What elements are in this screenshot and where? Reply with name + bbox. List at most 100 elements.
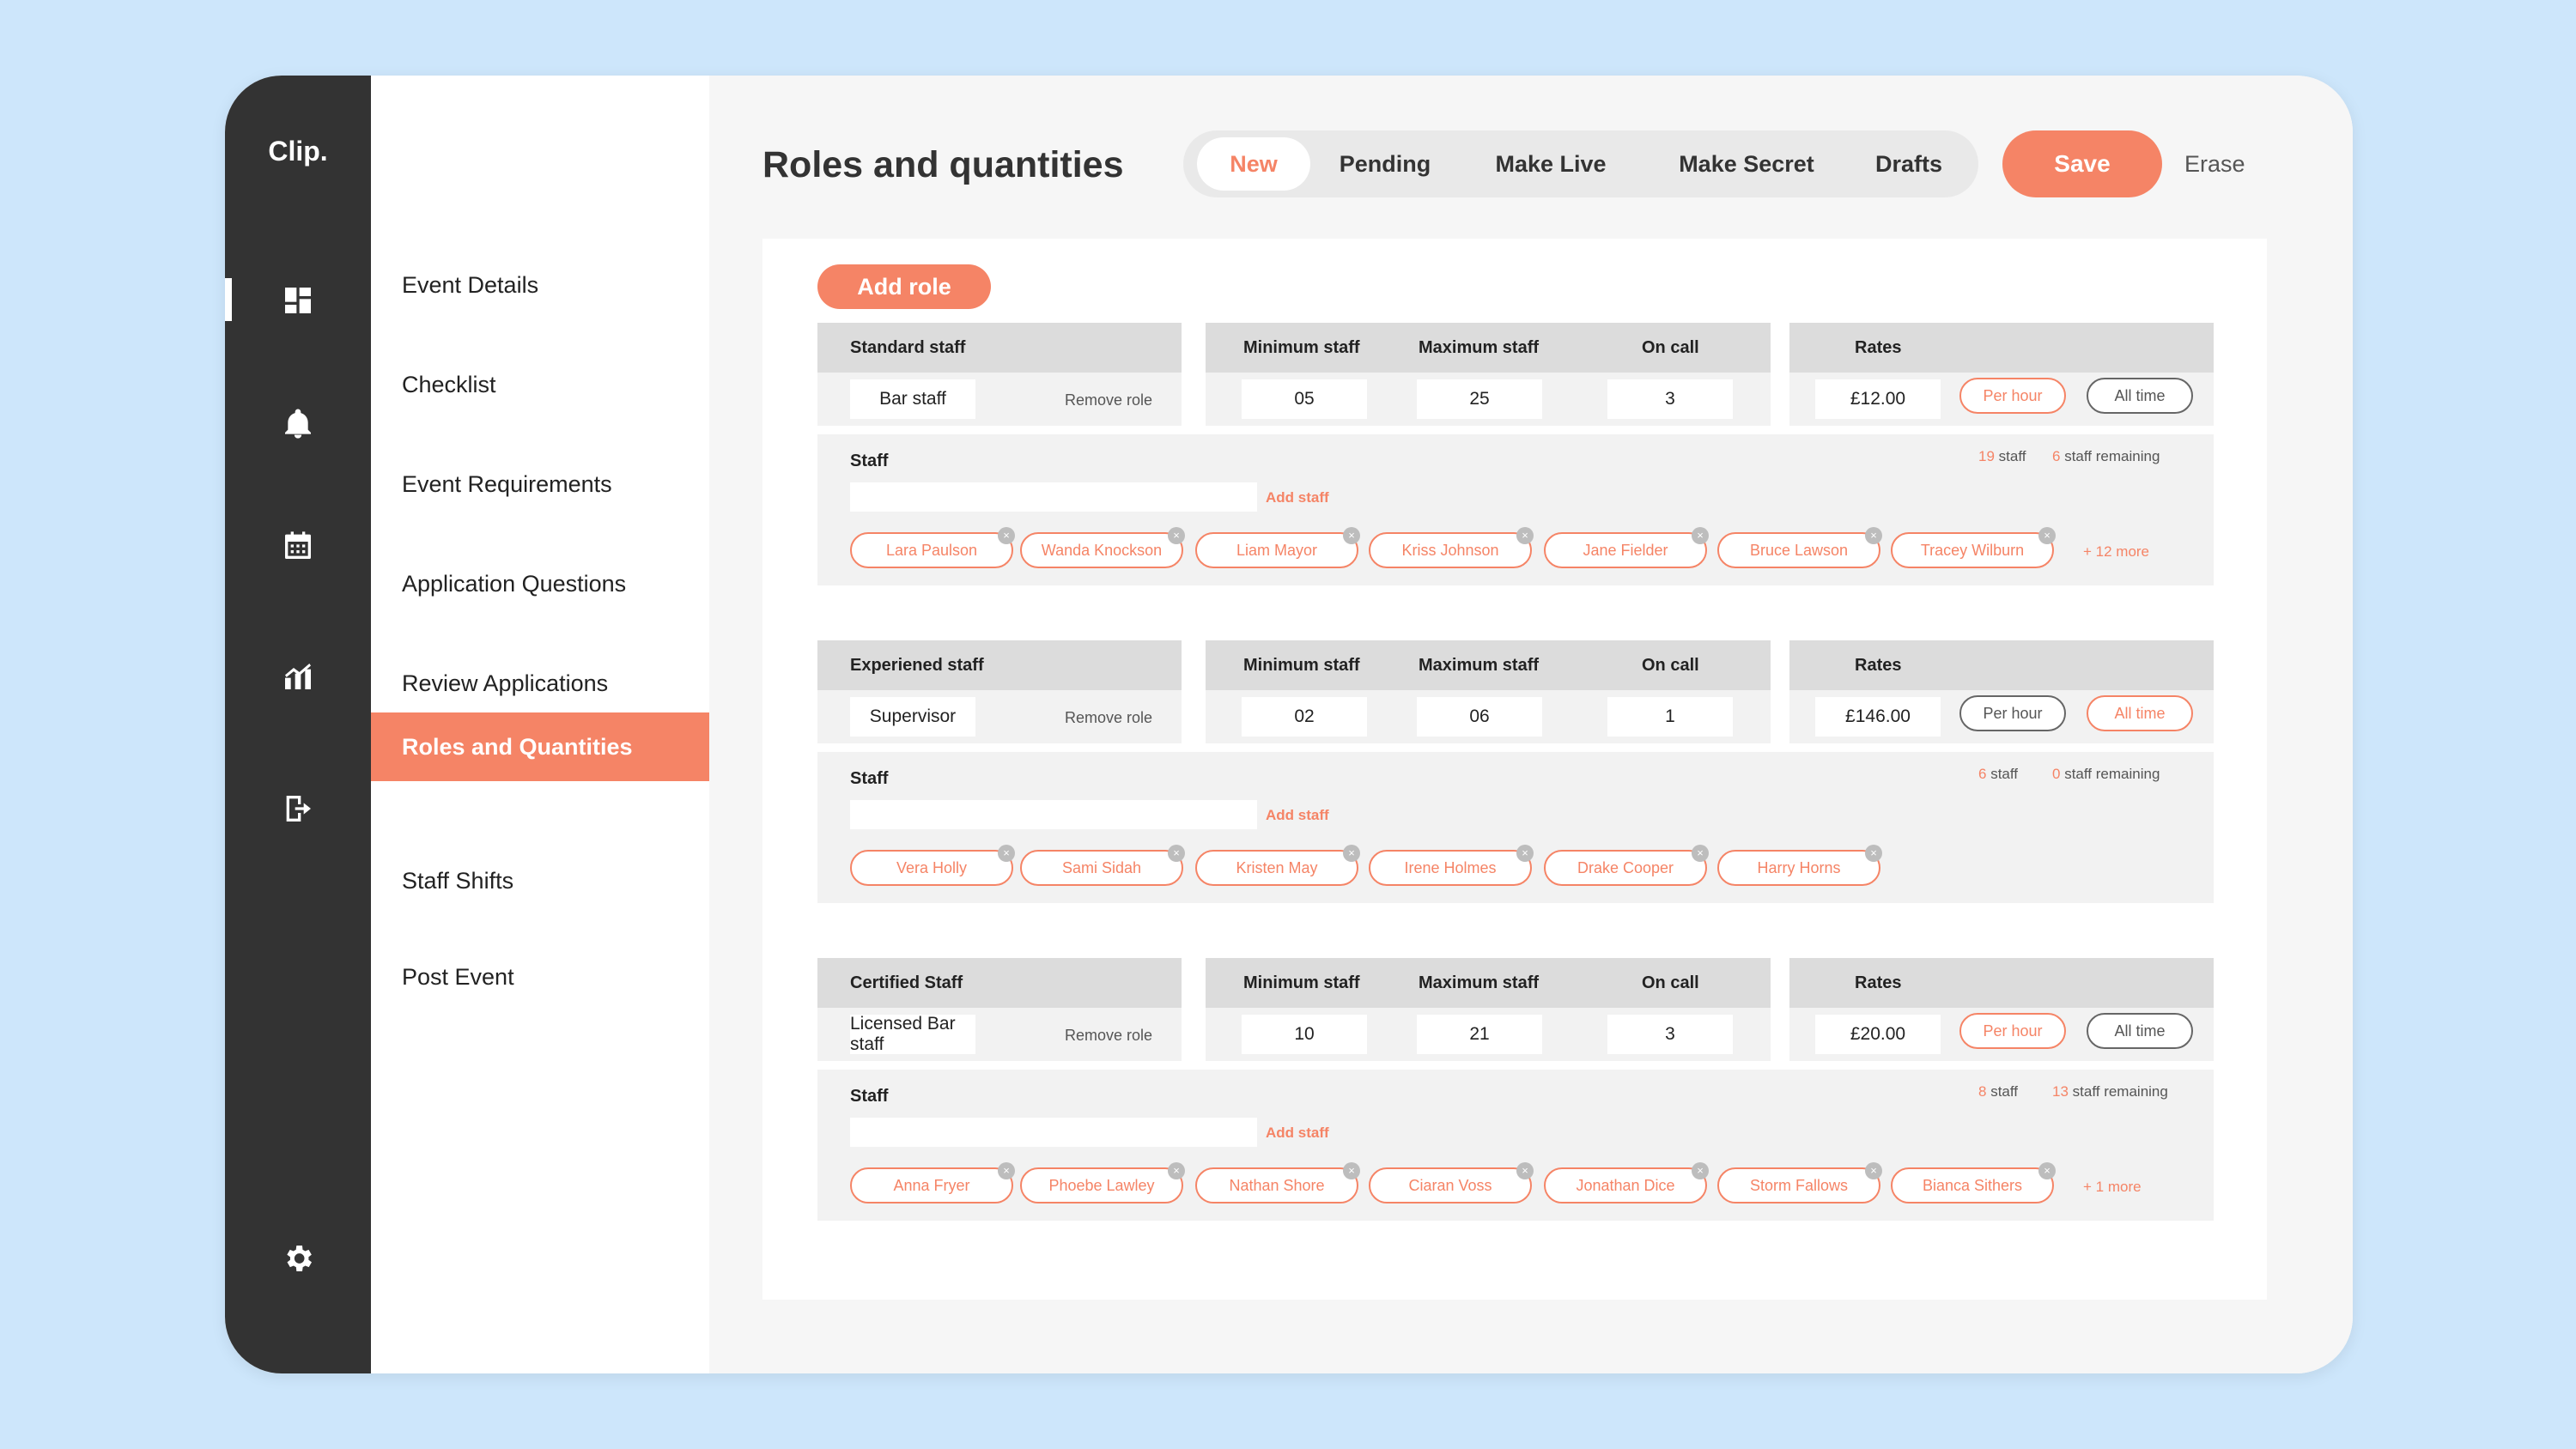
remove-staff-icon[interactable]: × (1516, 845, 1534, 862)
staff-chip[interactable]: Nathan Shore × (1195, 1162, 1360, 1203)
staff-chip[interactable]: Jonathan Dice × (1544, 1162, 1709, 1203)
add-staff-button[interactable]: Add staff (1266, 807, 1329, 824)
erase-button[interactable]: Erase (2184, 151, 2245, 178)
tab-make-secret[interactable]: Make Secret (1643, 137, 1850, 191)
menu-item-staff-shifts[interactable]: Staff Shifts (371, 846, 709, 915)
max-staff-input[interactable]: 25 (1417, 379, 1542, 419)
remove-role-button[interactable]: Remove role (1065, 391, 1152, 409)
staff-chip[interactable]: Vera Holly × (850, 845, 1015, 886)
role-name-field[interactable]: Bar staff (850, 379, 975, 419)
per-hour-toggle[interactable]: Per hour (1959, 1013, 2066, 1049)
remove-staff-icon[interactable]: × (2038, 527, 2056, 544)
calendar-icon[interactable] (225, 522, 371, 570)
rate-input[interactable]: £12.00 (1815, 379, 1941, 419)
staff-chip-label: Ciaran Voss (1408, 1176, 1492, 1194)
staff-count-word: staff (1990, 766, 2019, 782)
staff-chip[interactable]: Jane Fielder × (1544, 527, 1709, 568)
remove-staff-icon[interactable]: × (1343, 845, 1360, 862)
staff-chip[interactable]: Sami Sidah × (1020, 845, 1185, 886)
remove-staff-icon[interactable]: × (1168, 527, 1185, 544)
remove-staff-icon[interactable]: × (998, 1162, 1015, 1179)
all-time-toggle[interactable]: All time (2087, 695, 2193, 731)
save-button[interactable]: Save (2002, 130, 2162, 197)
remove-staff-icon[interactable]: × (998, 845, 1015, 862)
bell-icon[interactable] (225, 400, 371, 448)
remove-staff-icon[interactable]: × (1865, 845, 1882, 862)
role-name-field[interactable]: Licensed Bar staff (850, 1014, 975, 1054)
remove-role-button[interactable]: Remove role (1065, 709, 1152, 727)
staff-chip[interactable]: Bianca Sithers × (1891, 1162, 2056, 1203)
remove-staff-icon[interactable]: × (1168, 845, 1185, 862)
staff-remaining: 0 staff remaining (2052, 766, 2160, 783)
analytics-icon[interactable] (225, 652, 371, 700)
staff-chip[interactable]: Phoebe Lawley × (1020, 1162, 1185, 1203)
staff-chip[interactable]: Drake Cooper × (1544, 845, 1709, 886)
remove-staff-icon[interactable]: × (1516, 1162, 1534, 1179)
staff-chip[interactable]: Wanda Knockson × (1020, 527, 1185, 568)
tab-pending[interactable]: Pending (1312, 137, 1458, 191)
min-staff-input[interactable]: 10 (1242, 1015, 1367, 1054)
staff-chip[interactable]: Tracey Wilburn × (1891, 527, 2056, 568)
staff-chip[interactable]: Bruce Lawson × (1717, 527, 1882, 568)
add-staff-button[interactable]: Add staff (1266, 1125, 1329, 1142)
staff-chip[interactable]: Liam Mayor × (1195, 527, 1360, 568)
remove-staff-icon[interactable]: × (1516, 527, 1534, 544)
remove-staff-icon[interactable]: × (1865, 527, 1882, 544)
per-hour-toggle[interactable]: Per hour (1959, 695, 2066, 731)
max-staff-input[interactable]: 06 (1417, 697, 1542, 737)
on-call-input[interactable]: 1 (1607, 697, 1733, 737)
main-content: Roles and quantities New Pending Make Li… (709, 76, 2353, 1373)
staff-chip-label: Jonathan Dice (1576, 1176, 1675, 1194)
add-staff-button[interactable]: Add staff (1266, 489, 1329, 506)
gear-icon[interactable] (225, 1234, 371, 1282)
staff-chip[interactable]: Anna Fryer × (850, 1162, 1015, 1203)
staff-chip[interactable]: Kristen May × (1195, 845, 1360, 886)
remove-staff-icon[interactable]: × (1343, 1162, 1360, 1179)
remove-staff-icon[interactable]: × (998, 527, 1015, 544)
per-hour-toggle[interactable]: Per hour (1959, 378, 2066, 414)
tab-drafts[interactable]: Drafts (1853, 137, 1965, 191)
staff-chip[interactable]: Harry Horns × (1717, 845, 1882, 886)
on-call-input[interactable]: 3 (1607, 1015, 1733, 1054)
staff-chip[interactable]: Kriss Johnson × (1369, 527, 1534, 568)
max-staff-input[interactable]: 21 (1417, 1015, 1542, 1054)
menu-item-post-event[interactable]: Post Event (371, 943, 709, 1011)
remove-staff-icon[interactable]: × (1865, 1162, 1882, 1179)
max-staff-label: Maximum staff (1419, 338, 1540, 357)
remove-staff-icon[interactable]: × (1692, 845, 1709, 862)
sign-out-icon[interactable] (225, 785, 371, 833)
remove-staff-icon[interactable]: × (2038, 1162, 2056, 1179)
menu-item-event-requirements[interactable]: Event Requirements (371, 450, 709, 518)
tab-make-live[interactable]: Make Live (1465, 137, 1637, 191)
remove-staff-icon[interactable]: × (1168, 1162, 1185, 1179)
staff-chip[interactable]: Irene Holmes × (1369, 845, 1534, 886)
rate-input[interactable]: £20.00 (1815, 1015, 1941, 1054)
menu-item-roles-and-quantities[interactable]: Roles and Quantities (371, 712, 709, 781)
dashboard-icon[interactable] (225, 276, 371, 324)
all-time-toggle[interactable]: All time (2087, 1013, 2193, 1049)
min-staff-input[interactable]: 02 (1242, 697, 1367, 737)
rate-input[interactable]: £146.00 (1815, 697, 1941, 737)
staff-search-input[interactable] (850, 800, 1257, 829)
role-name-field[interactable]: Supervisor (850, 697, 975, 737)
staff-chip[interactable]: Ciaran Voss × (1369, 1162, 1534, 1203)
remove-staff-icon[interactable]: × (1692, 527, 1709, 544)
staff-chip[interactable]: Storm Fallows × (1717, 1162, 1882, 1203)
staff-chip[interactable]: Lara Paulson × (850, 527, 1015, 568)
menu-item-event-details[interactable]: Event Details (371, 251, 709, 319)
remove-role-button[interactable]: Remove role (1065, 1027, 1152, 1045)
menu-item-checklist[interactable]: Checklist (371, 350, 709, 419)
remove-staff-icon[interactable]: × (1343, 527, 1360, 544)
remove-staff-icon[interactable]: × (1692, 1162, 1709, 1179)
add-role-button[interactable]: Add role (817, 264, 991, 309)
more-staff-link[interactable]: + 12 more (2083, 543, 2149, 561)
all-time-toggle[interactable]: All time (2087, 378, 2193, 414)
menu-item-application-questions[interactable]: Application Questions (371, 549, 709, 618)
staff-search-input[interactable] (850, 1118, 1257, 1147)
tab-new[interactable]: New (1197, 137, 1310, 191)
on-call-input[interactable]: 3 (1607, 379, 1733, 419)
more-staff-link[interactable]: + 1 more (2083, 1179, 2142, 1196)
min-staff-input[interactable]: 05 (1242, 379, 1367, 419)
menu-item-review-applications[interactable]: Review Applications (371, 649, 709, 718)
staff-search-input[interactable] (850, 482, 1257, 512)
